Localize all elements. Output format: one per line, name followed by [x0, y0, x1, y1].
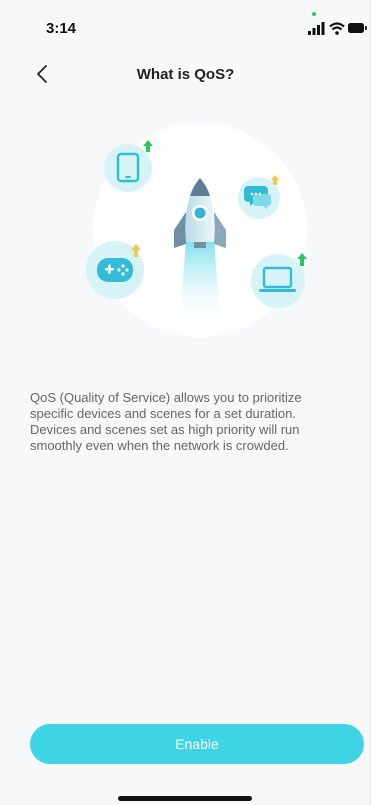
gamepad-icon [86, 241, 144, 299]
privacy-indicator-dot [312, 12, 316, 16]
rocket-trail [180, 238, 220, 326]
qos-info-screen: 3:14 What is QoS? QoS (Quality of Servic… [0, 0, 371, 805]
page-title: What is QoS? [136, 66, 235, 83]
battery-icon [348, 23, 367, 33]
home-indicator [118, 796, 252, 801]
status-icons [308, 22, 367, 35]
status-bar: 3:14 [0, 0, 371, 50]
navigation-bar: What is QoS? [0, 54, 371, 94]
qos-description: QoS (Quality of Service) allows you to p… [30, 390, 302, 453]
signal-icon [308, 22, 325, 35]
enable-button[interactable]: Enable [30, 724, 364, 764]
wifi-icon [329, 22, 345, 35]
status-time: 3:14 [46, 20, 77, 37]
qos-illustration [86, 123, 307, 337]
